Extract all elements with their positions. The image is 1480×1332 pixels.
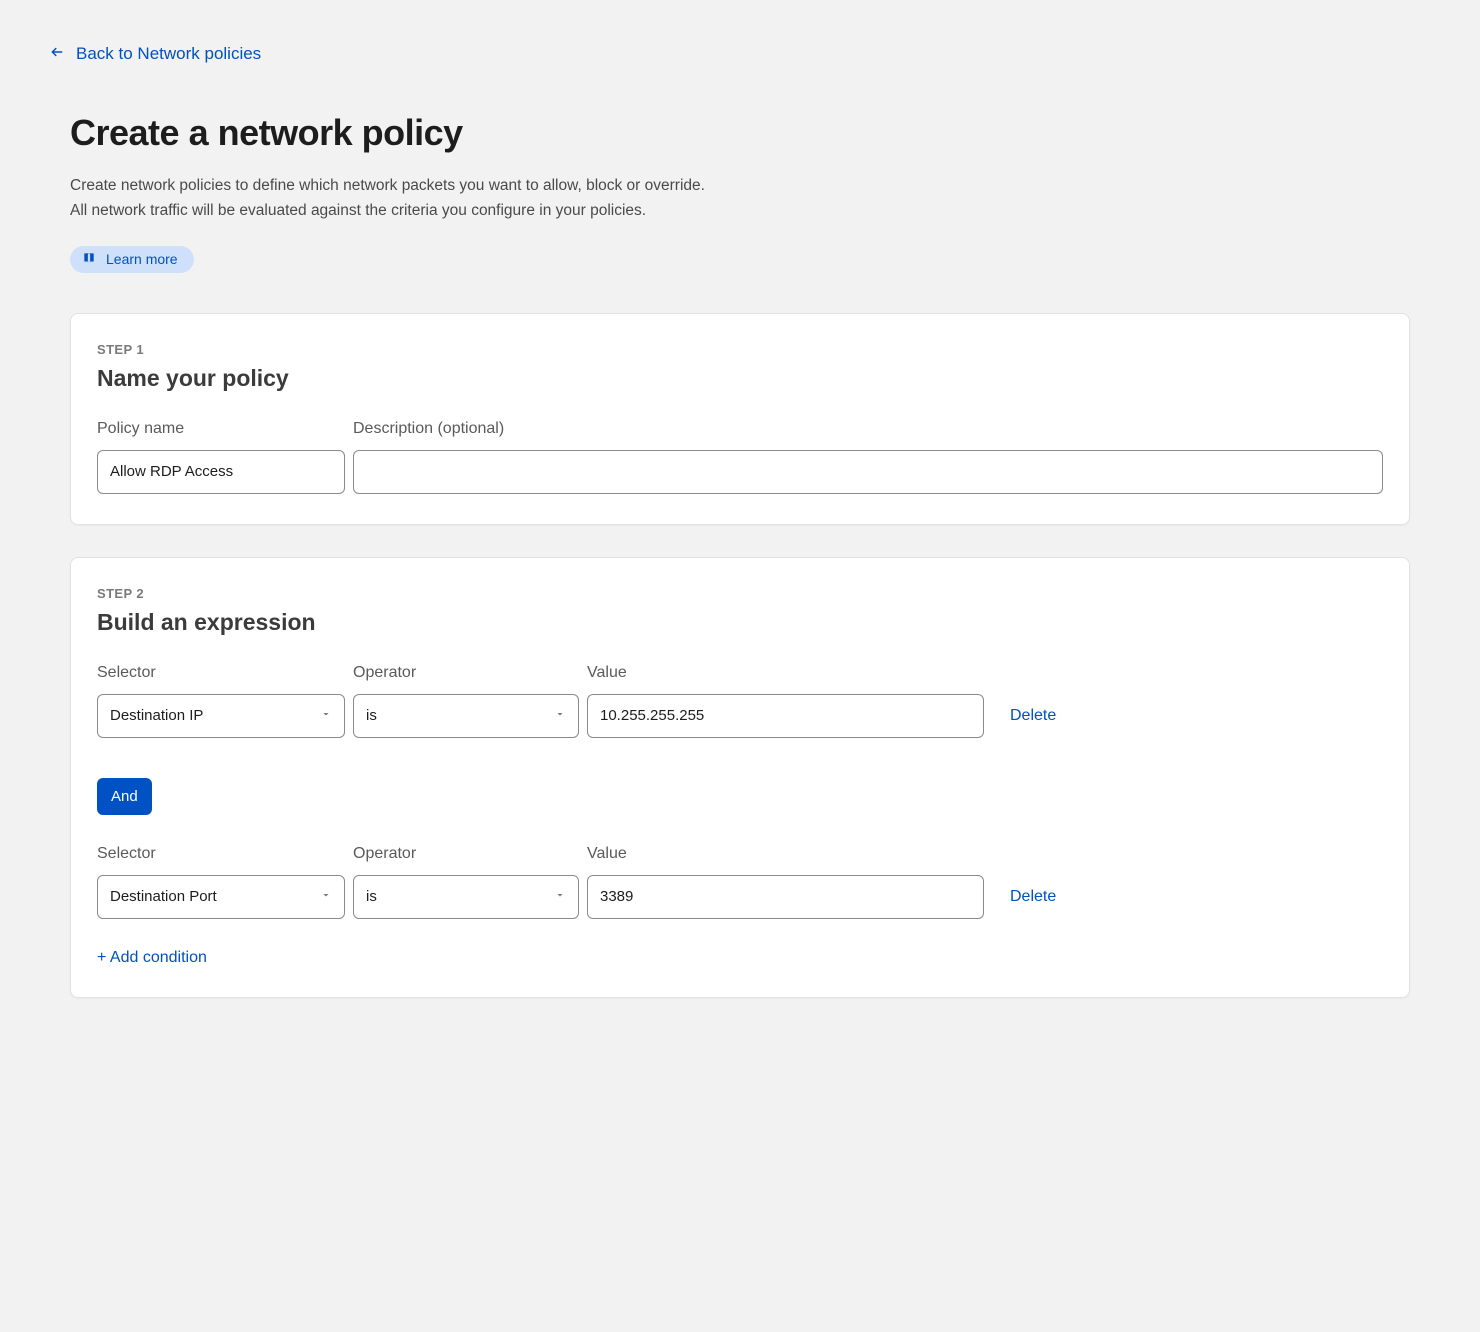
selector-value: Destination Port <box>110 888 217 905</box>
arrow-left-icon <box>50 44 64 64</box>
and-conjunction-chip[interactable]: And <box>97 778 152 815</box>
delete-row-button[interactable]: Delete <box>1010 707 1056 725</box>
step-2-title: Build an expression <box>97 609 1383 636</box>
operator-value: is <box>366 888 377 905</box>
and-label: And <box>111 788 138 805</box>
learn-more-button[interactable]: Learn more <box>70 246 194 273</box>
description-label: Description (optional) <box>353 420 1383 438</box>
delete-row-button[interactable]: Delete <box>1010 888 1056 906</box>
back-link-label: Back to Network policies <box>76 44 261 64</box>
learn-more-label: Learn more <box>106 251 178 267</box>
value-input[interactable] <box>587 875 984 919</box>
operator-label: Operator <box>353 845 579 863</box>
caret-down-icon <box>554 888 566 905</box>
operator-label: Operator <box>353 664 579 682</box>
operator-value: is <box>366 707 377 724</box>
page-title: Create a network policy <box>70 112 1430 154</box>
page-description: Create network policies to define which … <box>70 174 710 224</box>
step-1-card: STEP 1 Name your policy Policy name Desc… <box>70 313 1410 525</box>
value-label: Value <box>587 664 984 682</box>
policy-name-input[interactable] <box>97 450 345 494</box>
expression-row: Selector Destination IP Operator is Valu… <box>97 664 1383 738</box>
add-condition-button[interactable]: + Add condition <box>97 949 207 967</box>
selector-dropdown[interactable]: Destination Port <box>97 875 345 919</box>
step-1-eyebrow: STEP 1 <box>97 342 1383 357</box>
value-input[interactable] <box>587 694 984 738</box>
step-1-title: Name your policy <box>97 365 1383 392</box>
step-2-eyebrow: STEP 2 <box>97 586 1383 601</box>
step-2-card: STEP 2 Build an expression Selector Dest… <box>70 557 1410 998</box>
expression-row: Selector Destination Port Operator is Va… <box>97 845 1383 919</box>
operator-dropdown[interactable]: is <box>353 694 579 738</box>
caret-down-icon <box>554 707 566 724</box>
selector-label: Selector <box>97 845 345 863</box>
back-to-network-policies-link[interactable]: Back to Network policies <box>50 44 261 64</box>
book-icon <box>82 251 96 268</box>
policy-name-label: Policy name <box>97 420 345 438</box>
selector-label: Selector <box>97 664 345 682</box>
selector-value: Destination IP <box>110 707 203 724</box>
caret-down-icon <box>320 888 332 905</box>
description-input[interactable] <box>353 450 1383 494</box>
operator-dropdown[interactable]: is <box>353 875 579 919</box>
value-label: Value <box>587 845 984 863</box>
selector-dropdown[interactable]: Destination IP <box>97 694 345 738</box>
caret-down-icon <box>320 707 332 724</box>
